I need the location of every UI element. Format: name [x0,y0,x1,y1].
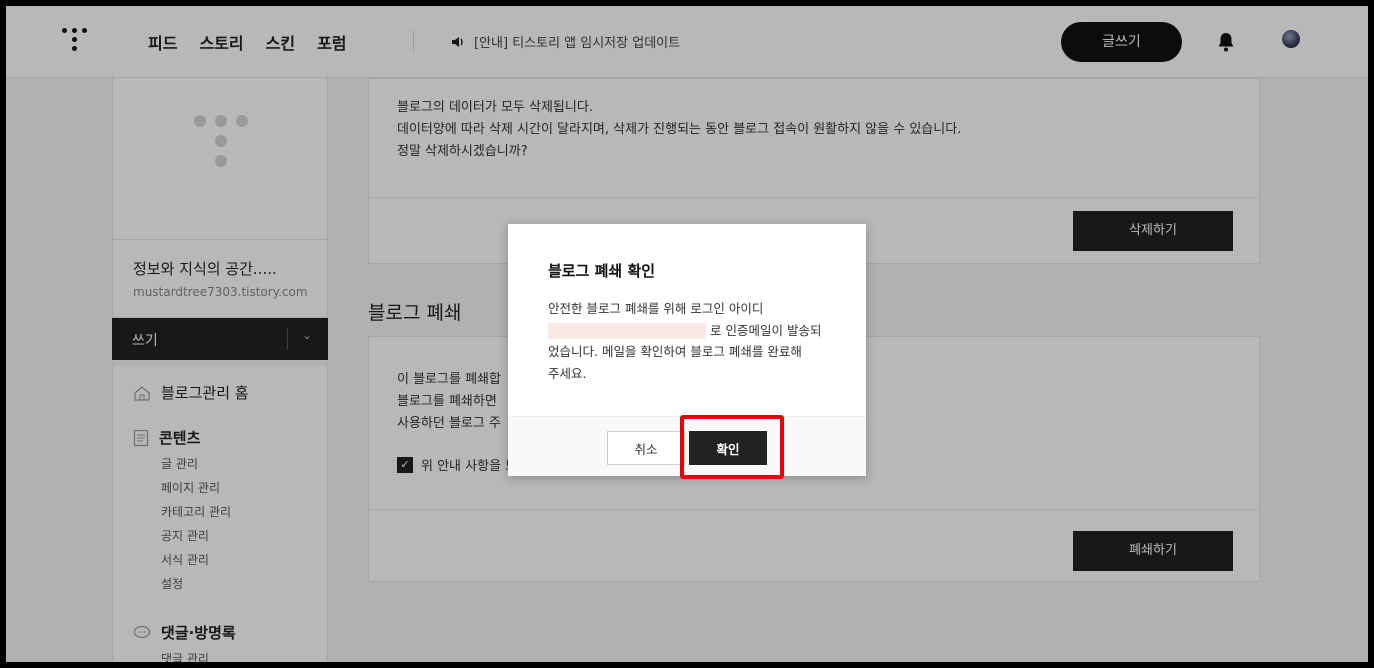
modal-body-line: 로 인증메일이 발송되 [548,320,838,342]
confirm-highlight-box [680,415,784,479]
modal-body-line-suffix: 로 인증메일이 발송되 [710,322,822,338]
modal-title: 블로그 폐쇄 확인 [548,262,656,280]
cancel-button[interactable]: 취소 [607,431,685,465]
app-window: 피드 스토리 스킨 포럼 [안내] 티스토리 앱 임시저장 업데이트 글쓰기 정… [6,6,1368,662]
modal-body-line: 주세요. [548,365,587,381]
modal-body-line: 었습니다. 메일을 확인하여 블로그 폐쇄를 완료해 [548,344,802,359]
redacted-email [548,323,706,339]
modal-body-line: 안전한 블로그 폐쇄를 위해 로그인 아이디 [548,301,764,316]
modal-body: 안전한 블로그 폐쇄를 위해 로그인 아이디 로 인증메일이 발송되 었습니다.… [548,298,838,384]
